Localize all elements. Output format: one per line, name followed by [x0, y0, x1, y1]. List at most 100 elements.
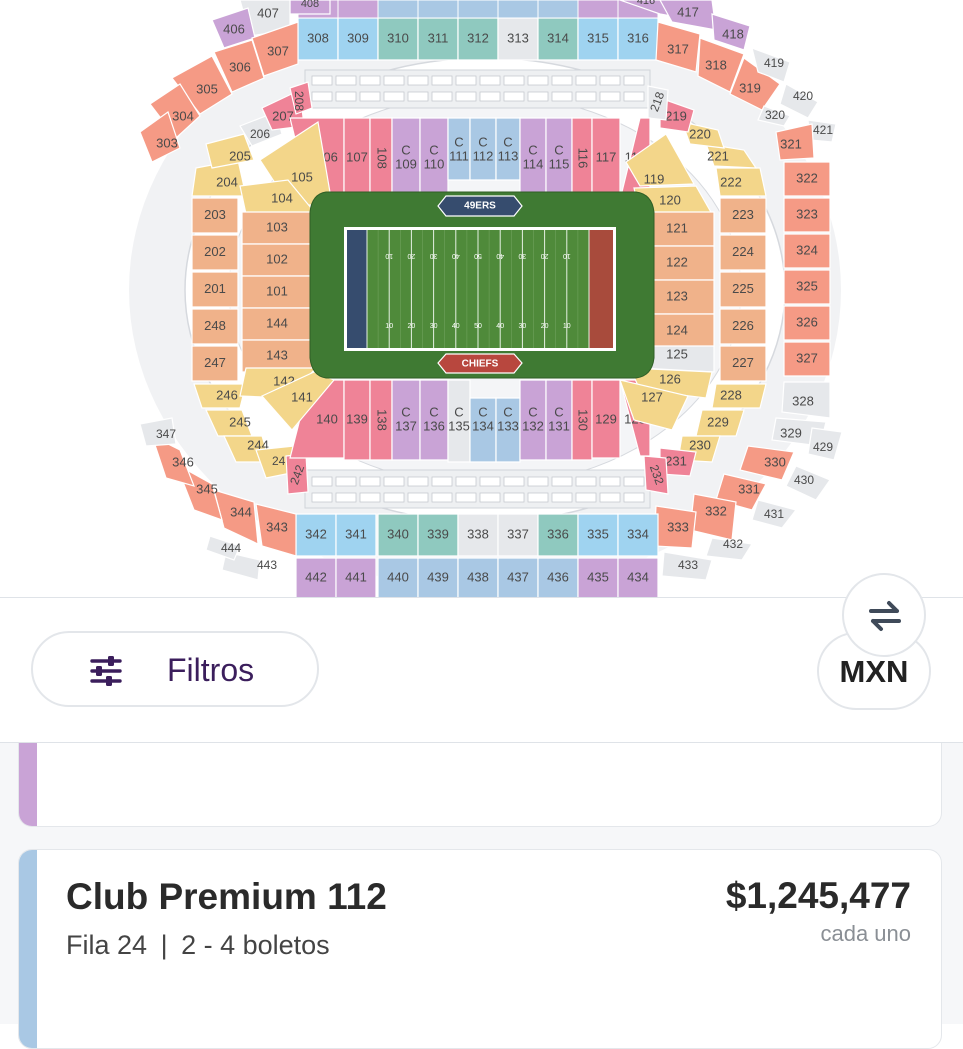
section-upper-strip[interactable]: [537, 0, 579, 19]
section-label: 320: [765, 108, 785, 122]
seat-map-canvas[interactable]: 308 309 310 311 312 313 314 315 316 408 407 406 307 3…: [0, 0, 963, 599]
section-label: 104: [271, 190, 293, 205]
section-club-label: C: [528, 404, 537, 419]
home-endzone: [347, 230, 367, 348]
suites-south: [304, 469, 651, 509]
sliders-icon: [90, 656, 122, 686]
suite-box: [431, 75, 453, 86]
stadium-seat-map[interactable]: 308 309 310 311 312 313 314 315 316 408 407 406 307 3…: [0, 0, 963, 599]
suite-box: [359, 492, 381, 503]
swap-view-button[interactable]: [842, 573, 926, 657]
listing-separator: |: [160, 930, 168, 960]
yard-number: 40: [452, 252, 460, 259]
section-label: 223: [732, 207, 754, 222]
section-upper-strip[interactable]: [377, 0, 419, 19]
listing-color-stripe: [19, 850, 37, 1048]
suite-box: [383, 91, 405, 102]
suite-box: [503, 91, 525, 102]
suite-box: [407, 91, 429, 102]
section-label: 228: [720, 387, 742, 402]
suite-box: [479, 476, 501, 487]
yard-number: 40: [452, 323, 460, 330]
suite-box: [575, 476, 597, 487]
section-label: 245: [229, 414, 251, 429]
section-label: 418: [722, 26, 744, 41]
section-club-label: C: [401, 142, 410, 157]
suite-box: [527, 91, 549, 102]
away-team-label: CHIEFS: [462, 359, 499, 370]
section-label: 313: [507, 30, 529, 45]
section-label: 341: [345, 526, 367, 541]
section-label: 138: [375, 409, 390, 431]
section-label: 319: [739, 80, 761, 95]
suite-box: [479, 75, 501, 86]
section-label: 219: [665, 108, 687, 123]
section-label: 338: [467, 526, 489, 541]
section-upper-strip[interactable]: [417, 0, 459, 19]
yard-number: 50: [474, 323, 482, 330]
section-label: 143: [266, 347, 288, 362]
suite-box: [551, 492, 573, 503]
section-upper-strip[interactable]: [577, 0, 619, 19]
section-label: 419: [764, 56, 784, 70]
listing-color-stripe: [19, 743, 37, 826]
suite-box: [503, 492, 525, 503]
suite-box: [527, 476, 549, 487]
football-field: 10 10 20 20 30 30 40 40 50 50 40 40 30 30 20 20 10 10 49ER…: [309, 191, 655, 379]
yard-number: 40: [496, 323, 504, 330]
section-club-label: C: [554, 404, 563, 419]
listing-card-partial[interactable]: [18, 743, 942, 827]
section-label: 231: [665, 453, 687, 468]
section-club-label: C: [454, 404, 463, 419]
section-label: 308: [307, 30, 329, 45]
section-label: 443: [257, 558, 277, 572]
section-label: 303: [156, 135, 178, 150]
yard-number: 10: [563, 323, 571, 330]
section-label: 322: [796, 170, 818, 185]
suite-box: [623, 492, 645, 503]
section-club-label: C: [528, 142, 537, 157]
listing-card[interactable]: Club Premium 112 Fila 24 | 2 - 4 boletos…: [18, 849, 942, 1049]
section-label: 101: [266, 283, 288, 298]
listing-price: $1,245,477: [725, 875, 911, 916]
section-label: 429: [813, 440, 833, 454]
section-label: 131: [548, 418, 570, 433]
suite-box: [551, 91, 573, 102]
section-label: 328: [792, 393, 814, 408]
section-label: 438: [467, 569, 489, 584]
section-upper-strip[interactable]: [497, 0, 539, 19]
section-label: 124: [666, 322, 688, 337]
suite-box: [359, 91, 381, 102]
section-label: 226: [732, 318, 754, 333]
section-label: 332: [705, 503, 727, 518]
suite-box: [335, 91, 357, 102]
section-label: 135: [448, 418, 470, 433]
yard-number: 10: [385, 252, 393, 259]
section-label: 132: [522, 418, 544, 433]
section-label: 311: [428, 30, 449, 45]
section-label: 304: [172, 108, 194, 123]
suite-box: [311, 91, 333, 102]
filters-button[interactable]: Filtros: [31, 631, 319, 707]
section-upper-strip[interactable]: [337, 0, 379, 19]
section-club-label: C: [503, 134, 512, 149]
section-label: 127: [641, 389, 663, 404]
section-label: 442: [305, 569, 327, 584]
section-label: 222: [720, 174, 742, 189]
section-club-label: C: [478, 404, 487, 419]
yard-number: 20: [541, 252, 549, 259]
swap-arrows-icon: [869, 601, 901, 631]
section-label: 109: [395, 156, 417, 171]
section-label: 133: [497, 418, 519, 433]
section-upper-strip[interactable]: [457, 0, 499, 19]
suite-box: [599, 476, 621, 487]
section-label: 225: [732, 281, 754, 296]
section-label: 221: [707, 148, 729, 163]
yard-number: 50: [474, 252, 482, 259]
section-label: 347: [156, 427, 176, 441]
section-label: 111: [449, 148, 469, 163]
suite-box: [527, 75, 549, 86]
section-label: 129: [595, 411, 617, 426]
section-label: 120: [659, 192, 681, 207]
section-label: 441: [345, 569, 367, 584]
